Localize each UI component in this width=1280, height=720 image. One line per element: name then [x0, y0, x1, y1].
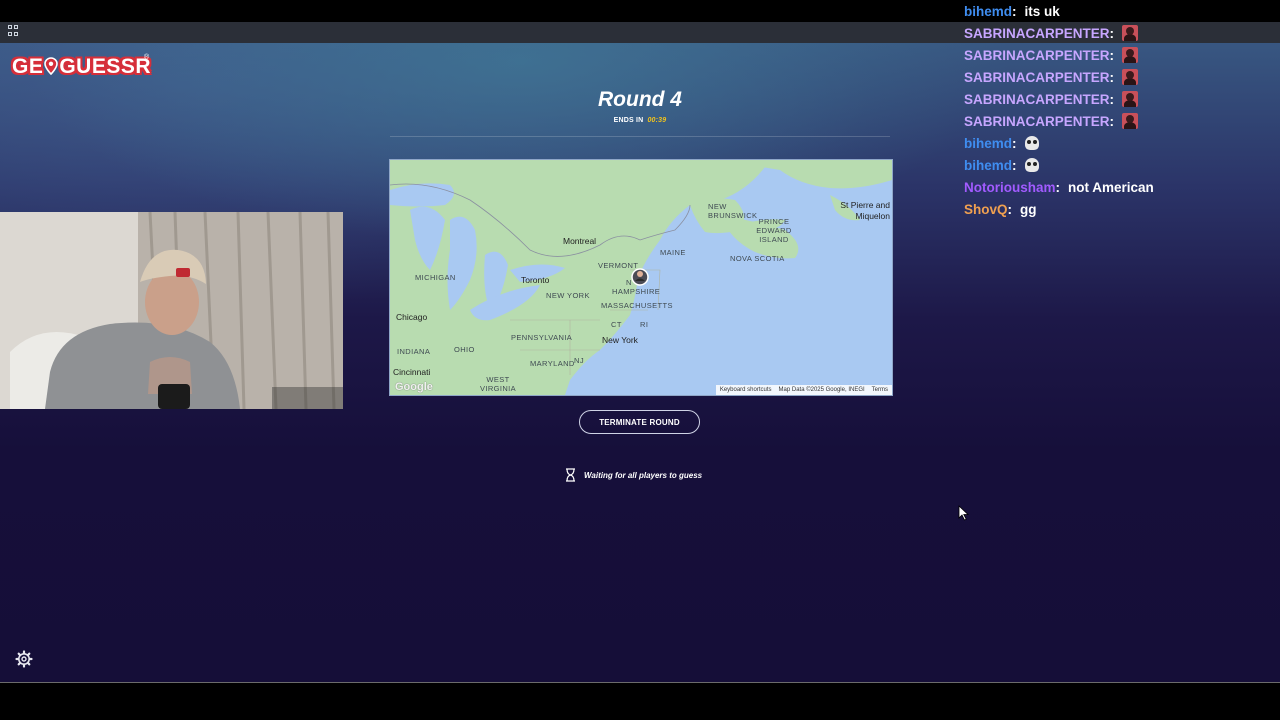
chat-message: SABRINACARPENTER: [964, 110, 1274, 132]
map-label-ohio: OHIO [454, 345, 475, 354]
round-timer: ENDS IN 00:39 [390, 117, 890, 124]
chat-text: its uk [1024, 3, 1060, 19]
chat-colon: : [1109, 25, 1115, 41]
keyboard-shortcuts-link[interactable]: Keyboard shortcuts [720, 387, 772, 393]
terminate-round-button[interactable]: TERMINATE ROUND [579, 410, 700, 434]
chat-colon: : [1007, 201, 1013, 217]
chat-username[interactable]: SABRINACARPENTER [964, 92, 1110, 107]
streamer-webcam [0, 212, 343, 409]
logo-registered-mark: ® [144, 54, 150, 61]
map-label-maryland: MARYLAND [530, 359, 575, 368]
chat-message: SABRINACARPENTER: [964, 88, 1274, 110]
skull-emoji-icon [1024, 136, 1039, 150]
emote-avatar-icon [1122, 91, 1139, 107]
apps-grid-icon[interactable] [8, 25, 19, 36]
chat-username[interactable]: SABRINACARPENTER [964, 48, 1110, 63]
chat-message: bihemd: its uk [964, 0, 1274, 22]
emote-avatar-icon [1122, 113, 1139, 129]
map-label-west-virginia: WEST VIRGINIA [479, 375, 517, 393]
map-label-montreal: Montreal [563, 236, 597, 246]
chat-colon: : [1109, 47, 1115, 63]
chat-text: gg [1020, 201, 1037, 217]
chat-colon: : [1012, 157, 1017, 173]
google-logo: Google [395, 381, 433, 393]
chat-overlay: bihemd: its uk SABRINACARPENTER: SABRINACAR… [964, 0, 1274, 220]
map-label-michigan: MICHIGAN [415, 273, 456, 282]
chat-colon: : [1109, 69, 1115, 85]
guess-map[interactable]: St Pierre and Miquelon NEW BRUNSWICK PRI… [389, 159, 893, 396]
emote-avatar-icon [1122, 25, 1139, 41]
hourglass-icon [566, 468, 575, 482]
map-label-vermont: VERMONT [598, 261, 639, 270]
chat-message: Notoriousham: not American [964, 176, 1274, 198]
logo-text-left: GE [12, 55, 44, 78]
location-pin-icon [44, 57, 59, 75]
chat-message: ShovQ: gg [964, 198, 1274, 220]
ends-in-label: ENDS IN [613, 117, 644, 124]
round-title: Round 4 [598, 88, 682, 111]
logo-text-right: GUESSR [59, 55, 152, 78]
header-divider [390, 136, 890, 137]
map-label-indiana: INDIANA [397, 347, 431, 356]
chat-username[interactable]: bihemd [964, 136, 1012, 151]
chat-username[interactable]: bihemd [964, 158, 1012, 173]
chat-colon: : [1012, 135, 1017, 151]
chat-colon: : [1109, 91, 1115, 107]
gear-icon[interactable] [15, 650, 33, 668]
map-label-new-hampshire: HAMPSHIRE [612, 287, 661, 296]
waiting-status: Waiting for all players to guess [565, 465, 725, 485]
chat-message: SABRINACARPENTER: [964, 44, 1274, 66]
waiting-text: Waiting for all players to guess [584, 470, 703, 480]
chat-username[interactable]: SABRINACARPENTER [964, 26, 1110, 41]
map-label-massachusetts: MASSACHUSETTS [601, 301, 673, 310]
stream-bottom-bar [0, 682, 1280, 720]
map-label-new-york-city: New York [602, 335, 638, 345]
mouse-cursor-icon [958, 505, 970, 521]
chat-message: SABRINACARPENTER: [964, 66, 1274, 88]
map-label-pei: PRINCE EDWARD ISLAND [756, 217, 792, 244]
chat-username[interactable]: ShovQ [964, 202, 1008, 217]
chat-username[interactable]: bihemd [964, 4, 1012, 19]
map-label-nj: NJ [574, 356, 584, 365]
map-label-toronto: Toronto [521, 275, 550, 285]
map-label-cincinnati: Cincinnati [393, 367, 431, 377]
emote-avatar-icon [1122, 47, 1139, 63]
emote-avatar-icon [1122, 69, 1139, 85]
map-label-nh-prefix: N [626, 278, 632, 287]
map-label-pennsylvania: PENNSYLVANIA [511, 333, 573, 342]
map-label-nova-scotia: NOVA SCOTIA [730, 254, 785, 263]
map-label-maine: MAINE [660, 248, 686, 257]
chat-colon: : [1012, 3, 1017, 19]
map-label-chicago: Chicago [396, 312, 428, 322]
geoguessr-logo[interactable]: GE GUESSR [12, 55, 151, 81]
map-label-new-york-state: NEW YORK [546, 291, 590, 300]
map-data-credit: Map Data ©2025 Google, INEGI [778, 387, 865, 393]
chat-text: not American [1068, 179, 1154, 195]
map-attribution-bar: Keyboard shortcuts Map Data ©2025 Google… [715, 385, 892, 395]
map-label-ct: CT [611, 320, 622, 329]
chat-username[interactable]: Notoriousham [964, 180, 1056, 195]
chat-message: SABRINACARPENTER: [964, 22, 1274, 44]
chat-colon: : [1055, 179, 1061, 195]
skull-emoji-icon [1024, 158, 1039, 172]
chat-colon: : [1109, 113, 1115, 129]
map-label-ri: RI [640, 320, 649, 329]
terms-link[interactable]: Terms [872, 387, 888, 393]
chat-message: bihemd: [964, 132, 1274, 154]
ends-in-time: 00:39 [647, 117, 667, 124]
map-label-st-pierre: St Pierre and Miquelon [840, 200, 890, 221]
chat-username[interactable]: SABRINACARPENTER [964, 114, 1110, 129]
chat-username[interactable]: SABRINACARPENTER [964, 70, 1110, 85]
chat-message: bihemd: [964, 154, 1274, 176]
